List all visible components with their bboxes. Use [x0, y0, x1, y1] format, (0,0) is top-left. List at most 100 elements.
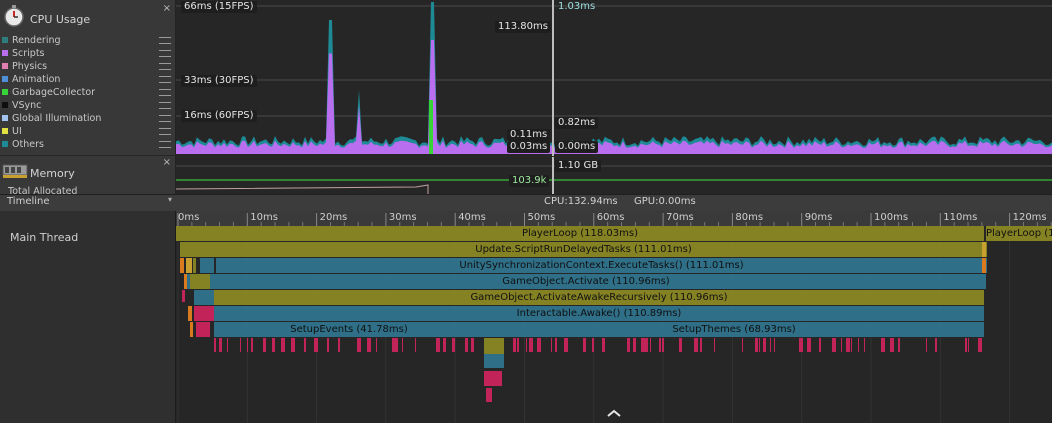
- child-sample[interactable]: [851, 338, 852, 352]
- child-sample[interactable]: [763, 338, 766, 352]
- sample-interactable-awake[interactable]: Interactable.Awake() (110.89ms): [214, 306, 984, 321]
- child-sample[interactable]: [864, 338, 865, 352]
- child-sample[interactable]: [200, 258, 214, 273]
- child-sample[interactable]: [982, 242, 986, 257]
- child-sample[interactable]: [881, 338, 885, 352]
- child-sample[interactable]: [513, 338, 516, 352]
- child-sample[interactable]: [443, 338, 446, 352]
- child-sample[interactable]: [555, 338, 557, 352]
- child-sample[interactable]: [304, 338, 306, 352]
- sample-setup-themes[interactable]: SetupThemes (68.93ms): [484, 322, 984, 337]
- child-sample[interactable]: [415, 338, 416, 352]
- sample-activate-awake-recursively[interactable]: GameObject.ActivateAwakeRecursively (110…: [214, 290, 984, 305]
- child-sample[interactable]: [662, 338, 664, 352]
- child-sample[interactable]: [367, 338, 371, 352]
- sample-setup-events[interactable]: SetupEvents (41.78ms): [214, 322, 484, 337]
- drag-handle-icon[interactable]: [159, 63, 171, 70]
- child-sample[interactable]: [659, 338, 661, 352]
- child-sample[interactable]: [583, 338, 586, 352]
- cpu-module-close-button[interactable]: ×: [163, 3, 171, 14]
- child-sample[interactable]: [184, 274, 187, 289]
- child-sample[interactable]: [188, 306, 192, 321]
- child-sample[interactable]: [263, 338, 266, 352]
- child-sample[interactable]: [627, 338, 630, 352]
- child-sample[interactable]: [357, 338, 361, 352]
- view-mode-dropdown[interactable]: Timeline ▾: [0, 195, 175, 211]
- child-sample[interactable]: [714, 338, 715, 352]
- sample-sync-context-execute[interactable]: UnitySynchronizationContext.ExecuteTasks…: [216, 258, 987, 273]
- sample-update-delayed-tasks[interactable]: Update.ScriptRunDelayedTasks (111.01ms): [180, 242, 987, 257]
- child-sample[interactable]: [700, 338, 702, 352]
- child-sample[interactable]: [247, 338, 248, 352]
- child-sample[interactable]: [926, 338, 927, 352]
- child-sample[interactable]: [396, 338, 398, 352]
- child-sample[interactable]: [592, 338, 594, 352]
- legend-item-animation[interactable]: Animation: [0, 73, 175, 86]
- child-sample[interactable]: [841, 338, 842, 352]
- chevron-up-icon[interactable]: [606, 408, 622, 421]
- child-sample[interactable]: [214, 338, 216, 352]
- sample-playerloop-next[interactable]: PlayerLoop (10.23: [986, 226, 1052, 241]
- child-sample[interactable]: [484, 371, 502, 386]
- child-sample[interactable]: [564, 338, 568, 352]
- child-sample[interactable]: [219, 338, 222, 352]
- child-sample[interactable]: [890, 338, 894, 352]
- child-sample[interactable]: [898, 338, 900, 352]
- legend-item-vsync[interactable]: VSync: [0, 99, 175, 112]
- child-sample[interactable]: [240, 338, 241, 352]
- timeline-view[interactable]: PlayerLoop (118.03ms) PlayerLoop (10.23 …: [176, 226, 1052, 423]
- sample-playerloop[interactable]: PlayerLoop (118.03ms): [176, 226, 984, 241]
- child-sample[interactable]: [650, 338, 651, 352]
- legend-item-scripts[interactable]: Scripts: [0, 47, 175, 60]
- child-sample[interactable]: [314, 338, 318, 352]
- child-sample[interactable]: [227, 338, 228, 352]
- sample-gameobject-activate[interactable]: GameObject.Activate (110.96ms): [186, 274, 986, 289]
- legend-item-rendering[interactable]: Rendering: [0, 34, 175, 47]
- child-sample[interactable]: [194, 290, 214, 305]
- legend-item-garbagecollector[interactable]: GarbageCollector: [0, 86, 175, 99]
- child-sample[interactable]: [846, 338, 850, 352]
- child-sample[interactable]: [537, 338, 541, 352]
- child-sample[interactable]: [194, 306, 214, 321]
- child-sample[interactable]: [645, 338, 648, 352]
- child-sample[interactable]: [193, 258, 196, 273]
- child-sample[interactable]: [529, 338, 533, 352]
- child-sample[interactable]: [774, 338, 775, 352]
- legend-item-global-illumination[interactable]: Global Illumination: [0, 112, 175, 125]
- child-sample[interactable]: [486, 388, 492, 402]
- child-sample[interactable]: [770, 338, 771, 352]
- legend-item-physics[interactable]: Physics: [0, 60, 175, 73]
- child-sample[interactable]: [551, 338, 552, 352]
- child-sample[interactable]: [982, 274, 984, 289]
- child-sample[interactable]: [484, 338, 504, 354]
- drag-handle-icon[interactable]: [159, 102, 171, 109]
- child-sample[interactable]: [338, 338, 340, 352]
- child-sample[interactable]: [180, 258, 184, 273]
- child-sample[interactable]: [807, 338, 811, 352]
- drag-handle-icon[interactable]: [159, 76, 171, 83]
- child-sample[interactable]: [526, 338, 527, 352]
- child-sample[interactable]: [182, 290, 185, 302]
- child-sample[interactable]: [965, 338, 967, 352]
- child-sample[interactable]: [832, 338, 836, 352]
- child-sample[interactable]: [968, 338, 969, 352]
- child-sample[interactable]: [436, 338, 440, 352]
- thread-name-main[interactable]: Main Thread: [10, 231, 78, 244]
- child-sample[interactable]: [679, 338, 682, 352]
- child-sample[interactable]: [190, 322, 193, 337]
- child-sample[interactable]: [602, 338, 605, 352]
- drag-handle-icon[interactable]: [159, 128, 171, 135]
- drag-handle-icon[interactable]: [159, 141, 171, 148]
- memory-module-close-button[interactable]: ×: [163, 157, 171, 168]
- drag-handle-icon[interactable]: [159, 115, 171, 122]
- legend-item-others[interactable]: Others: [0, 138, 175, 151]
- child-sample[interactable]: [799, 338, 803, 352]
- child-sample[interactable]: [452, 338, 455, 352]
- drag-handle-icon[interactable]: [159, 89, 171, 96]
- child-sample[interactable]: [819, 338, 821, 352]
- child-sample[interactable]: [327, 338, 329, 352]
- memory-chart[interactable]: 1.10 GB 103.9k: [176, 157, 1052, 194]
- child-sample[interactable]: [755, 338, 758, 352]
- child-sample[interactable]: [978, 338, 982, 352]
- child-sample[interactable]: [190, 274, 210, 289]
